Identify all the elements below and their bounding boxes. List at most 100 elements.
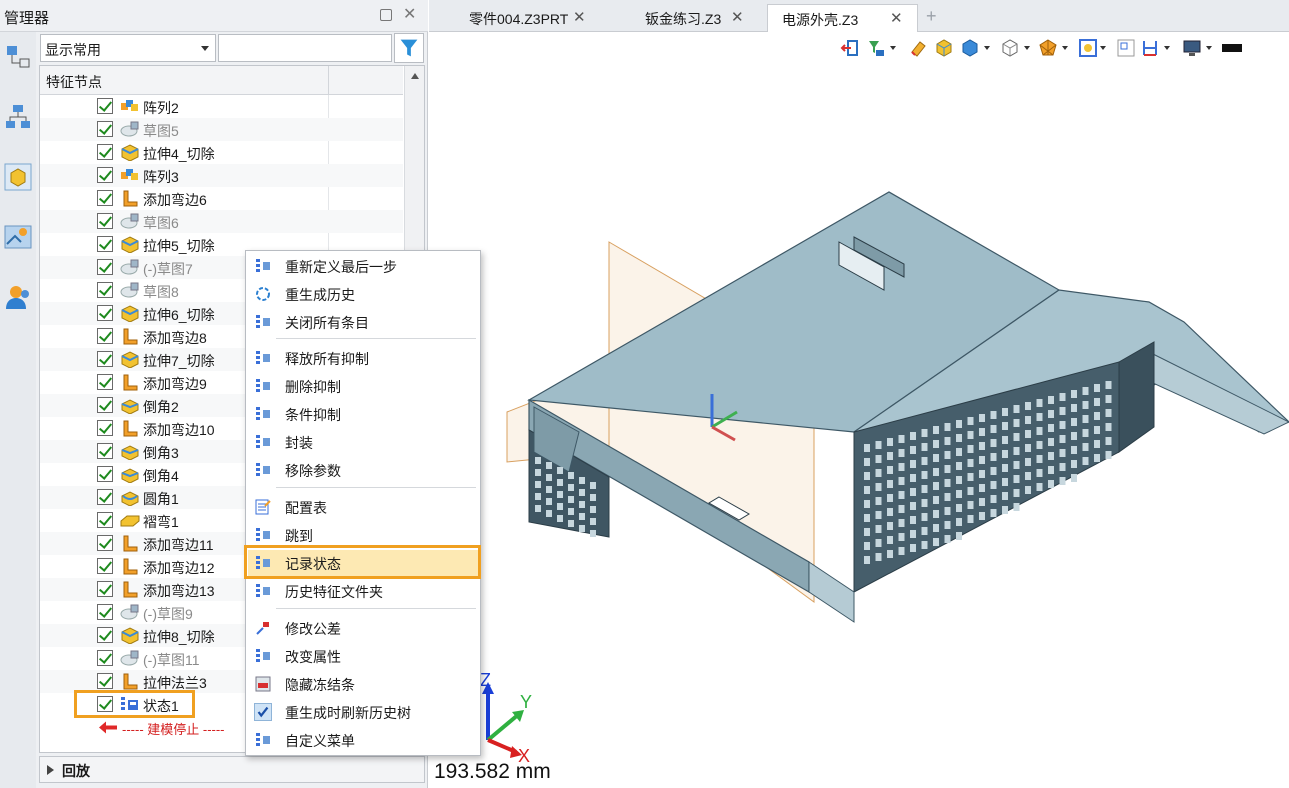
visibility-checkbox[interactable] bbox=[97, 374, 113, 390]
tree-row[interactable]: 添加弯边6 bbox=[40, 187, 403, 210]
expand-icon[interactable] bbox=[47, 765, 54, 775]
visibility-checkbox[interactable] bbox=[97, 604, 113, 620]
visibility-checkbox[interactable] bbox=[97, 581, 113, 597]
config-table-icon bbox=[254, 498, 272, 516]
visibility-checkbox[interactable] bbox=[97, 466, 113, 482]
playback-section[interactable]: 回放 bbox=[39, 756, 425, 783]
view-orient-icon[interactable] bbox=[1038, 38, 1058, 58]
menu-item[interactable]: 重生成时刷新历史树 bbox=[248, 699, 478, 725]
filter-dropdown[interactable]: 显示常用 bbox=[40, 34, 216, 62]
history-tree-icon[interactable] bbox=[3, 42, 33, 72]
tab-part004[interactable]: 零件004.Z3PRT ✕ bbox=[429, 4, 644, 32]
visibility-checkbox[interactable] bbox=[97, 650, 113, 666]
close-icon[interactable]: ✕ bbox=[403, 4, 416, 24]
visibility-checkbox[interactable] bbox=[97, 397, 113, 413]
wireframe-cube-icon[interactable] bbox=[1000, 38, 1020, 58]
menu-item[interactable]: 修改公差 bbox=[248, 615, 478, 641]
exit-icon[interactable] bbox=[840, 38, 860, 58]
properties-icon bbox=[254, 647, 272, 665]
unsuppress-all-icon bbox=[254, 349, 272, 367]
background-color-icon[interactable] bbox=[1222, 44, 1242, 52]
close-icon[interactable]: ✕ bbox=[573, 8, 586, 26]
tree-row-label: 倒角2 bbox=[143, 399, 179, 415]
scroll-up-icon[interactable] bbox=[411, 73, 419, 79]
flange-icon bbox=[120, 190, 140, 207]
search-input[interactable] bbox=[218, 34, 392, 62]
visibility-checkbox[interactable] bbox=[97, 144, 113, 160]
shaded-cube-icon[interactable] bbox=[934, 38, 954, 58]
display-mode-icon[interactable] bbox=[960, 38, 980, 58]
visibility-checkbox[interactable] bbox=[97, 121, 113, 137]
3d-viewport[interactable]: Z Y X 193.582 mm bbox=[429, 32, 1289, 788]
close-icon[interactable]: ✕ bbox=[731, 8, 744, 26]
tab-power-case[interactable]: 电源外壳.Z3 ✕ bbox=[767, 4, 918, 32]
visibility-checkbox[interactable] bbox=[97, 167, 113, 183]
menu-item[interactable]: 关闭所有条目 bbox=[248, 309, 478, 335]
visibility-checkbox[interactable] bbox=[97, 489, 113, 505]
chevron-down-icon bbox=[201, 46, 209, 51]
tab-sheetmetal[interactable]: 钣金练习.Z3 ✕ bbox=[645, 4, 765, 32]
menu-item[interactable]: 改变属性 bbox=[248, 643, 478, 669]
menu-item[interactable]: 重生成历史 bbox=[248, 281, 478, 307]
measure-icon[interactable] bbox=[1140, 38, 1160, 58]
visibility-checkbox[interactable] bbox=[97, 236, 113, 252]
tab-label: 零件004.Z3PRT bbox=[469, 11, 569, 27]
view-manager-icon[interactable] bbox=[3, 222, 33, 252]
menu-item[interactable]: 条件抑制 bbox=[248, 401, 478, 427]
visibility-checkbox[interactable] bbox=[97, 328, 113, 344]
tree-row[interactable]: 草图6 bbox=[40, 210, 403, 233]
zoom-fit-icon[interactable] bbox=[1078, 38, 1098, 58]
menu-item[interactable]: 配置表 bbox=[248, 494, 478, 520]
visibility-checkbox[interactable] bbox=[97, 190, 113, 206]
visibility-checkbox[interactable] bbox=[97, 673, 113, 689]
pin-icon[interactable] bbox=[380, 9, 392, 21]
tree-row[interactable]: 草图5 bbox=[40, 118, 403, 141]
filter-button[interactable] bbox=[394, 33, 424, 63]
visibility-checkbox[interactable] bbox=[97, 98, 113, 114]
add-tab-icon[interactable]: + bbox=[926, 6, 937, 27]
assembly-tree-icon[interactable] bbox=[3, 102, 33, 132]
part-view-icon[interactable] bbox=[3, 162, 33, 192]
hide-freeze-icon bbox=[254, 675, 272, 693]
context-menu: 重新定义最后一步 重生成历史 关闭所有条目 释放所有抑制 删除抑制 条件抑制 封装 移除参数配… bbox=[245, 250, 481, 756]
menu-item[interactable]: 释放所有抑制 bbox=[248, 345, 478, 371]
user-icon[interactable] bbox=[3, 282, 33, 312]
visibility-checkbox[interactable] bbox=[97, 512, 113, 528]
visibility-checkbox[interactable] bbox=[97, 535, 113, 551]
monitor-icon[interactable] bbox=[1182, 38, 1202, 58]
tree-row[interactable]: 拉伸4_切除 bbox=[40, 141, 403, 164]
panel-title: 管理器 bbox=[4, 10, 50, 27]
filter-pick-icon[interactable] bbox=[866, 38, 886, 58]
funnel-icon bbox=[400, 39, 418, 57]
visibility-checkbox[interactable] bbox=[97, 259, 113, 275]
sketch-icon bbox=[120, 213, 140, 230]
extrude-cut-icon bbox=[120, 627, 140, 645]
menu-item[interactable]: 历史特征文件夹 bbox=[248, 578, 478, 604]
visibility-checkbox[interactable] bbox=[97, 213, 113, 229]
menu-item[interactable]: 封装 bbox=[248, 429, 478, 455]
flange-icon bbox=[120, 581, 140, 598]
zoom-window-icon[interactable] bbox=[1116, 38, 1136, 58]
visibility-checkbox[interactable] bbox=[97, 305, 113, 321]
visibility-checkbox[interactable] bbox=[97, 351, 113, 367]
menu-item-label: 隐藏冻结条 bbox=[285, 677, 355, 693]
menu-item[interactable]: 隐藏冻结条 bbox=[248, 671, 478, 697]
close-icon[interactable]: ✕ bbox=[890, 9, 903, 27]
menu-item[interactable]: 移除参数 bbox=[248, 457, 478, 483]
tree-row-label: 添加弯边9 bbox=[143, 376, 207, 392]
visibility-checkbox[interactable] bbox=[97, 443, 113, 459]
conditional-suppress-icon bbox=[254, 405, 272, 423]
remove-params-icon bbox=[254, 461, 272, 479]
tree-row[interactable]: 阵列3 bbox=[40, 164, 403, 187]
tree-row[interactable]: 阵列2 bbox=[40, 95, 403, 118]
menu-item[interactable]: 自定义菜单 bbox=[248, 727, 478, 753]
tab-label: 钣金练习.Z3 bbox=[645, 11, 722, 27]
visibility-checkbox[interactable] bbox=[97, 558, 113, 574]
eraser-icon[interactable] bbox=[908, 38, 928, 58]
visibility-checkbox[interactable] bbox=[97, 627, 113, 643]
visibility-checkbox[interactable] bbox=[97, 282, 113, 298]
menu-item[interactable]: 重新定义最后一步 bbox=[248, 253, 478, 279]
document-tab-bar: 零件004.Z3PRT ✕ 钣金练习.Z3 ✕ 电源外壳.Z3 ✕ + bbox=[429, 0, 1289, 32]
menu-item[interactable]: 删除抑制 bbox=[248, 373, 478, 399]
visibility-checkbox[interactable] bbox=[97, 420, 113, 436]
